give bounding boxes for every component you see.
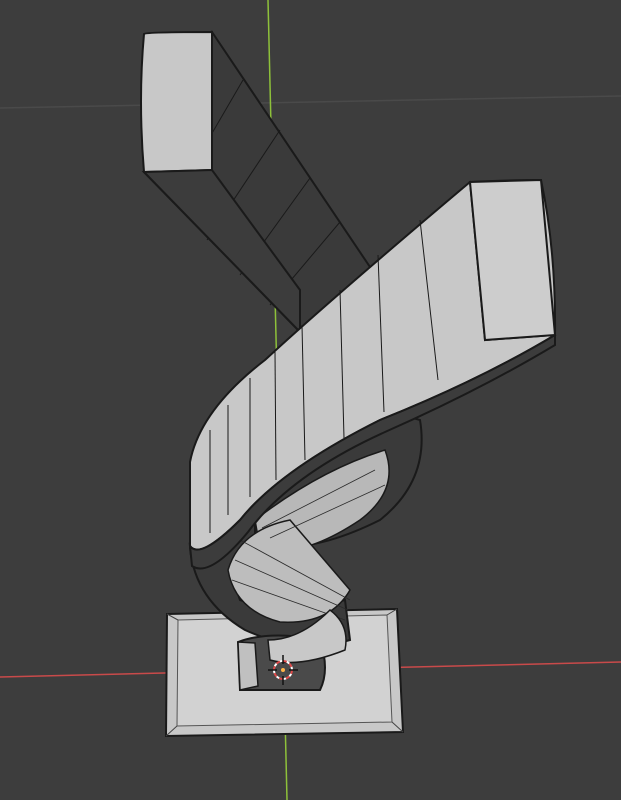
upper-beam[interactable] (140, 29, 374, 335)
grid-horizon-line (0, 95, 621, 109)
viewport-canvas[interactable] (0, 0, 621, 800)
3d-viewport[interactable] (0, 0, 621, 800)
